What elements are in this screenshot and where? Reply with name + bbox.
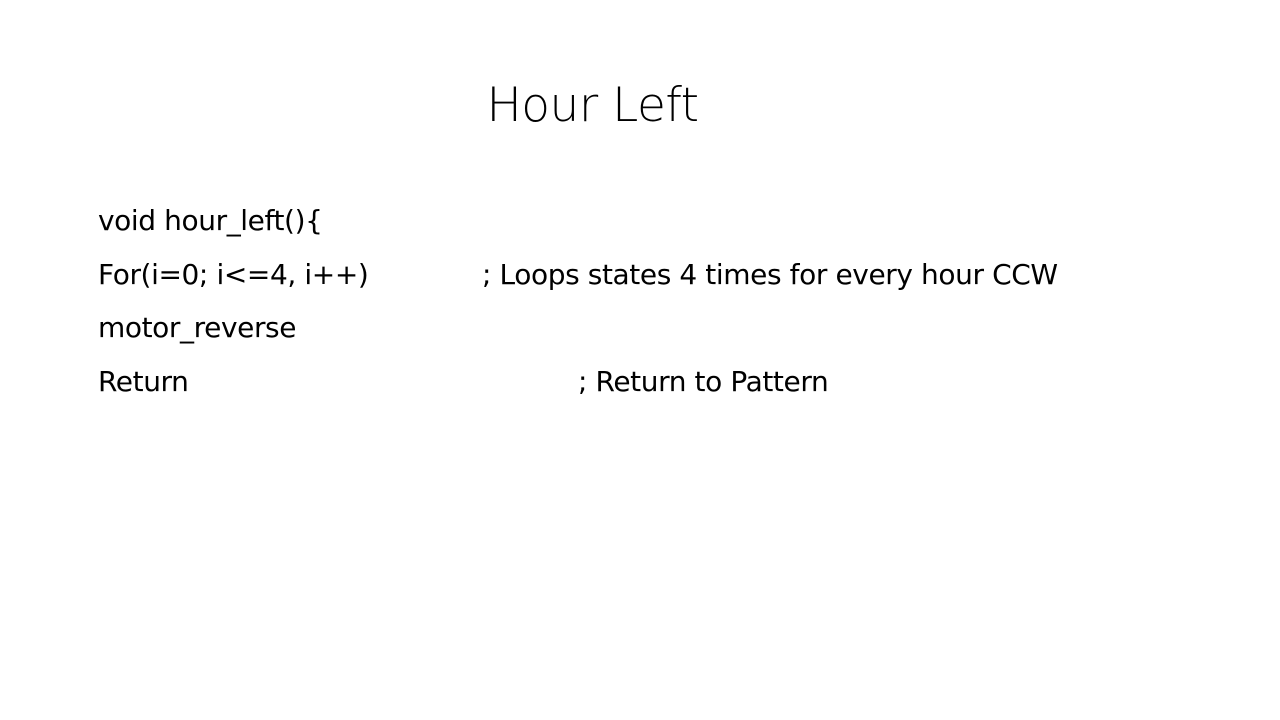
- code-text: motor_reverse: [98, 311, 297, 344]
- code-text: void hour_left(){: [98, 204, 323, 237]
- code-comment: ; Loops states 4 times for every hour CC…: [482, 257, 1058, 291]
- slide-title: Hour Left: [486, 78, 699, 133]
- code-comment: ; Return to Pattern: [578, 364, 829, 398]
- code-text: For(i=0; i<=4, i++): [98, 257, 369, 291]
- code-line-return: Return ; Return to Pattern: [98, 355, 829, 409]
- code-line-motor-reverse: motor_reverse: [98, 301, 368, 355]
- code-line-function: void hour_left(){: [98, 194, 368, 248]
- code-text: Return: [98, 364, 189, 398]
- slide-body: void hour_left(){ For(i=0; i<=4, i++) ; …: [98, 194, 1058, 409]
- code-line-for-loop: For(i=0; i<=4, i++) ; Loops states 4 tim…: [98, 248, 1058, 302]
- slide: Hour Left void hour_left(){ For(i=0; i<=…: [0, 0, 1280, 720]
